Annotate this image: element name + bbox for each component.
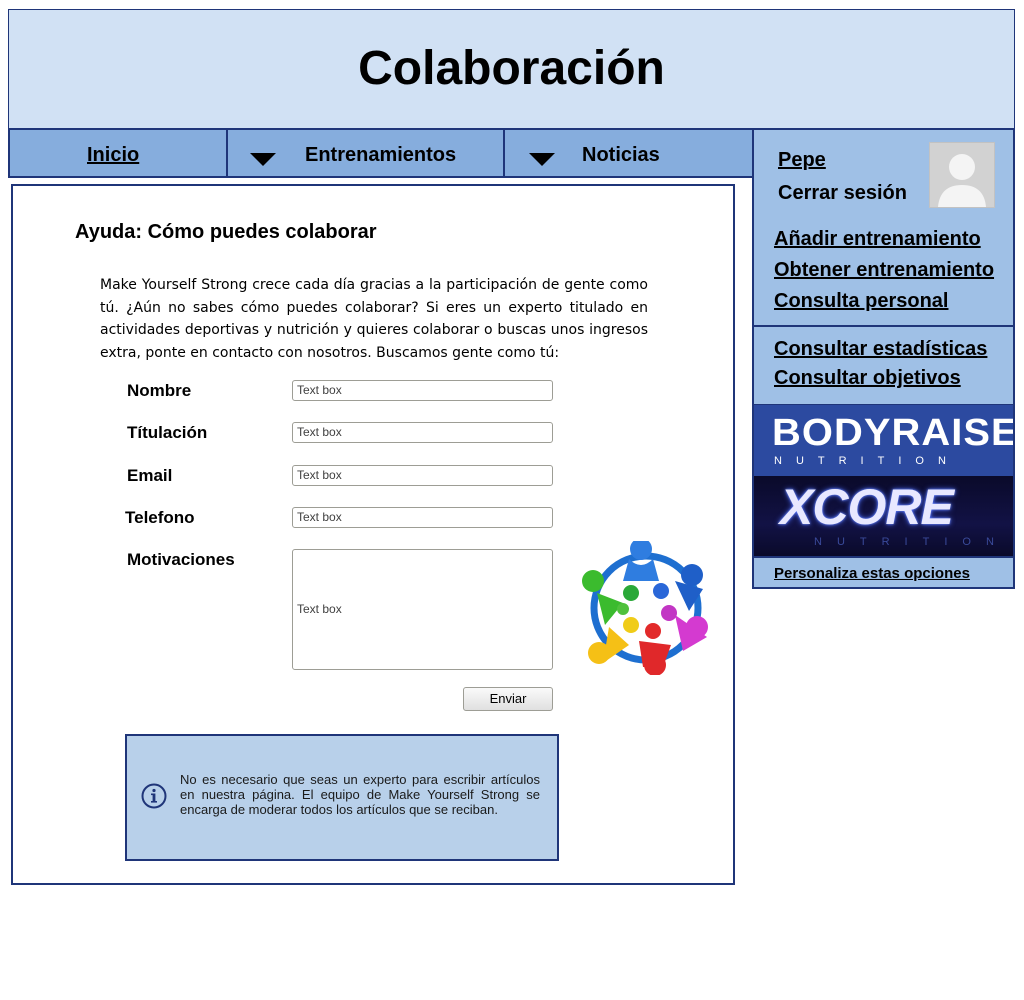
phone-label: Telefono — [125, 508, 195, 527]
page-header: Colaboración — [8, 9, 1015, 129]
xcore-logo-subtext: NUTRITION — [814, 536, 1009, 548]
collaboration-people-icon — [582, 541, 708, 675]
page-title: Colaboración — [358, 42, 665, 95]
nav-bar: Inicio Entrenamientos Noticias — [8, 128, 754, 178]
motivation-textarea[interactable]: Text box — [292, 549, 553, 670]
nav-divider — [503, 130, 505, 176]
notice-text: No es necesario que seas un experto para… — [180, 772, 540, 817]
bodyraise-logo-subtext: NUTRITION — [774, 455, 960, 467]
nav-trainings-menu[interactable]: Entrenamientos — [305, 143, 456, 167]
sidebar-item-personal-query[interactable]: Consulta personal — [774, 290, 948, 313]
phone-field[interactable]: Text box — [292, 507, 553, 528]
send-button[interactable]: Enviar — [463, 687, 553, 711]
sidebar-item-get-training[interactable]: Obtener entrenamiento — [774, 259, 994, 282]
nav-divider — [226, 130, 228, 176]
nav-home-link[interactable]: Inicio — [87, 143, 139, 167]
sidebar-menu-training: Añadir entrenamiento Obtener entrenamien… — [752, 223, 1015, 327]
info-icon — [141, 783, 167, 809]
bodyraise-ad[interactable]: BODYRAISE NUTRITION — [752, 405, 1015, 476]
nav-news-menu[interactable]: Noticias — [582, 143, 660, 167]
degree-label: Títulación — [127, 423, 208, 442]
sidebar-item-add-training[interactable]: Añadir entrenamiento — [774, 228, 981, 251]
help-title: Ayuda: Cómo puedes colaborar — [75, 221, 377, 243]
sidebar-item-goals[interactable]: Consultar objetivos — [774, 367, 961, 390]
chevron-down-icon[interactable] — [250, 153, 276, 166]
customize-panel: Personaliza estas opciones — [752, 556, 1015, 589]
sidebar-menu-stats: Consultar estadísticas Consultar objetiv… — [752, 325, 1015, 406]
xcore-logo-text: XCORE — [780, 479, 954, 535]
motivation-label: Motivaciones — [127, 550, 235, 569]
username-link[interactable]: Pepe — [778, 149, 826, 172]
name-label: Nombre — [127, 381, 192, 400]
info-notice: No es necesario que seas un experto para… — [125, 734, 559, 861]
help-intro-text: Make Yourself Strong crece cada día grac… — [100, 277, 648, 361]
xcore-ad[interactable]: XCORE NUTRITION — [752, 476, 1015, 556]
main-content: Ayuda: Cómo puedes colaborar Make Yourse… — [11, 184, 735, 885]
logout-link[interactable]: Cerrar sesión — [778, 182, 907, 205]
name-field[interactable]: Text box — [292, 380, 553, 401]
email-field[interactable]: Text box — [292, 465, 553, 486]
chevron-down-icon[interactable] — [529, 153, 555, 166]
degree-field[interactable]: Text box — [292, 422, 553, 443]
user-panel: Pepe Cerrar sesión — [752, 128, 1015, 225]
email-label: Email — [127, 466, 173, 485]
avatar[interactable] — [929, 142, 995, 208]
user-silhouette-icon — [938, 154, 986, 207]
customize-options-link[interactable]: Personaliza estas opciones — [774, 565, 970, 582]
bodyraise-logo-text: BODYRAISE — [772, 412, 1015, 454]
sidebar-item-stats[interactable]: Consultar estadísticas — [774, 338, 987, 361]
